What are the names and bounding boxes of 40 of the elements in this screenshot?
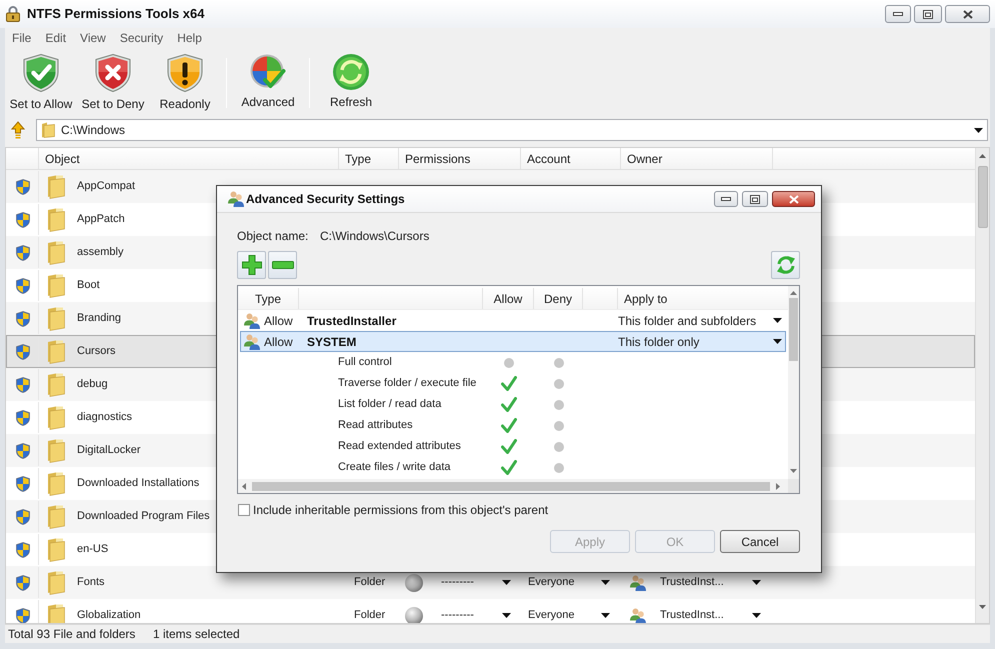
folder-name: Globalization: [77, 609, 141, 622]
account-text: Everyone: [528, 576, 574, 589]
folder-name: AppCompat: [77, 180, 136, 193]
account-text: Everyone: [528, 609, 574, 622]
account-name: TrustedInstaller: [307, 312, 396, 330]
folder-name: Boot: [77, 279, 100, 292]
permission-name: Traverse folder / execute file: [338, 376, 478, 392]
window-title: NTFS Permissions Tools x64: [27, 5, 204, 24]
owner-text: TrustedInst...: [660, 576, 724, 589]
apply-to-text: This folder only: [618, 334, 700, 350]
permissions-text: ---------: [441, 576, 474, 589]
type-text: Folder: [354, 609, 386, 622]
status-text: 1 items selected: [153, 626, 240, 643]
permission-name: List folder / read data: [338, 397, 442, 412]
folder-name: debug: [77, 378, 108, 391]
folder-name: DigitalLocker: [77, 444, 141, 457]
folder-name: AppPatch: [77, 213, 125, 226]
status-text: Total 93 File and folders: [7, 626, 136, 643]
folder-name: Cursors: [77, 345, 116, 358]
permission-name: Create files / write data: [338, 460, 452, 476]
permission-name: Read attributes: [338, 418, 414, 434]
folder-name: Branding: [77, 312, 122, 325]
owner-text: TrustedInst...: [660, 609, 724, 622]
permissions-text: ---------: [441, 609, 474, 622]
folder-name: diagnostics: [77, 411, 132, 424]
dialog-title: Advanced Security Settings: [246, 191, 405, 208]
entry-type: Allow: [264, 334, 293, 350]
folder-name: assembly: [77, 246, 124, 259]
folder-name: Downloaded Installations: [77, 477, 200, 490]
permission-name: Read extended attributes: [338, 439, 462, 454]
apply-to-text: This folder and subfolders: [618, 312, 756, 330]
folder-name: en-US: [77, 543, 108, 556]
object-name-value: C:\Windows\Cursors: [320, 228, 430, 245]
folder-name: Downloaded Program Files: [77, 510, 210, 523]
folder-name: Fonts: [77, 576, 105, 589]
permission-name: Full control: [338, 355, 393, 370]
account-name: SYSTEM: [307, 334, 356, 350]
object-name-label: Object name:: [237, 228, 310, 245]
entry-type: Allow: [264, 312, 293, 330]
type-text: Folder: [354, 576, 386, 589]
